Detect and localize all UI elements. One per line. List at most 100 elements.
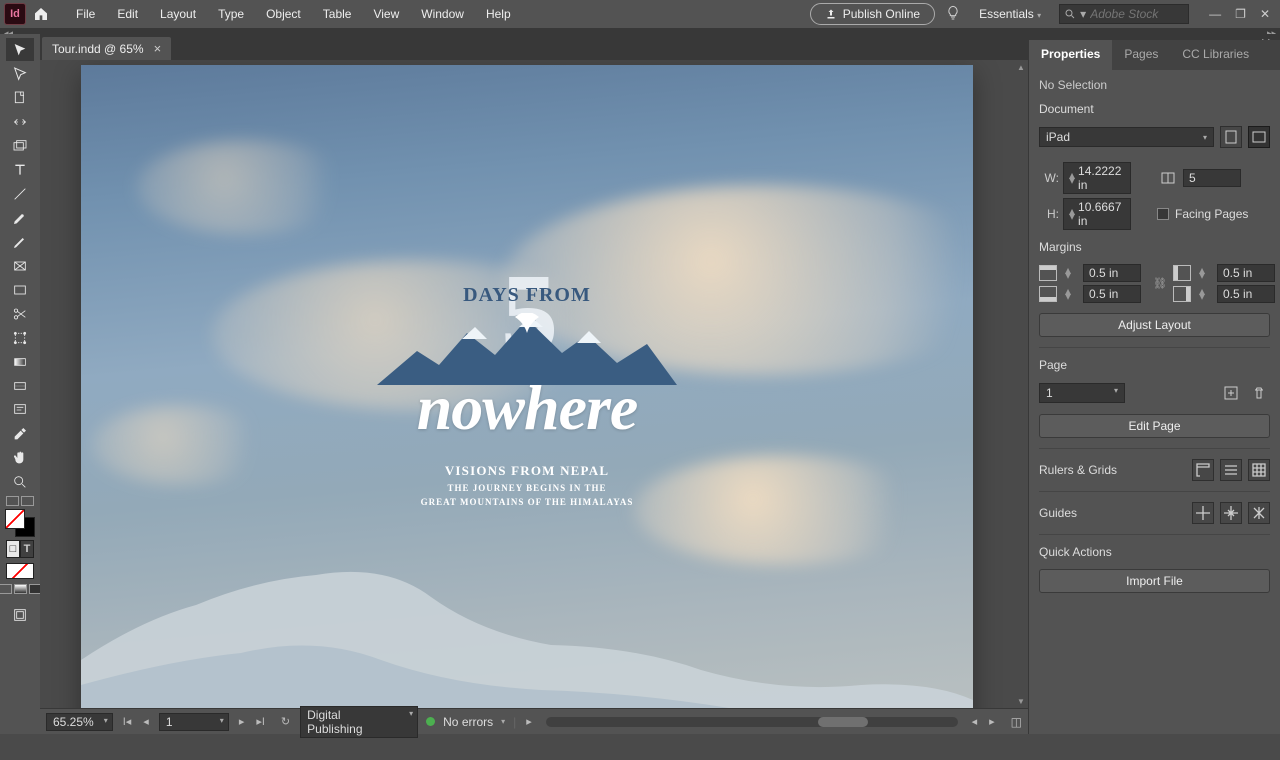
page-select-dropdown[interactable]: 1▾ bbox=[1039, 383, 1125, 403]
snap-guides-icon[interactable] bbox=[1220, 502, 1242, 524]
first-spread-icon[interactable]: I◂ bbox=[121, 715, 134, 728]
maximize-icon[interactable]: ❐ bbox=[1235, 7, 1246, 21]
rectangle-tool[interactable] bbox=[6, 278, 34, 301]
margin-right-spinner[interactable]: ▴▾ bbox=[1199, 289, 1210, 299]
vertical-scrollbar[interactable]: ▲ ▼ bbox=[1014, 60, 1028, 708]
home-icon[interactable] bbox=[30, 3, 52, 25]
adjust-layout-button[interactable]: Adjust Layout bbox=[1039, 313, 1270, 337]
default-colors-icon[interactable] bbox=[21, 496, 34, 506]
pencil-tool[interactable] bbox=[6, 230, 34, 253]
pen-tool[interactable] bbox=[6, 206, 34, 229]
note-tool[interactable] bbox=[6, 398, 34, 421]
show-guides-icon[interactable] bbox=[1192, 502, 1214, 524]
stock-search-input[interactable] bbox=[1090, 7, 1182, 21]
canvas[interactable]: 5 DAYS FROM nowhere VISIONS FROM NEPAL T… bbox=[40, 60, 1014, 708]
fill-swatch[interactable] bbox=[5, 509, 25, 529]
next-spread-icon[interactable]: ▸ bbox=[237, 715, 247, 728]
workspace-switcher[interactable]: Essentials ▾ bbox=[971, 5, 1049, 23]
close-tab-icon[interactable]: × bbox=[154, 41, 162, 56]
menu-table[interactable]: Table bbox=[313, 3, 362, 25]
height-input[interactable]: ▴▾10.6667 in bbox=[1063, 198, 1131, 230]
baseline-grid-icon[interactable] bbox=[1220, 459, 1242, 481]
split-view-icon[interactable]: ◫ bbox=[1011, 715, 1022, 729]
apply-color-icon[interactable] bbox=[0, 584, 12, 594]
status-flyout-icon[interactable]: ▸ bbox=[524, 715, 534, 728]
learn-icon[interactable] bbox=[945, 5, 961, 24]
direct-selection-tool[interactable] bbox=[6, 62, 34, 85]
gradient-feather-tool[interactable] bbox=[6, 374, 34, 397]
margin-left-input[interactable]: 0.5 in bbox=[1217, 264, 1275, 282]
margin-left-spinner[interactable]: ▴▾ bbox=[1199, 268, 1210, 278]
close-icon[interactable]: ✕ bbox=[1260, 7, 1270, 21]
gradient-swatch-tool[interactable] bbox=[6, 350, 34, 373]
margin-right-input[interactable]: 0.5 in bbox=[1217, 285, 1275, 303]
horizontal-scrollbar[interactable] bbox=[546, 717, 958, 727]
document-tab[interactable]: Tour.indd @ 65% × bbox=[42, 37, 171, 60]
publish-online-button[interactable]: Publish Online bbox=[810, 3, 935, 25]
margin-top-input[interactable]: 0.5 in bbox=[1083, 264, 1141, 282]
hand-tool[interactable] bbox=[6, 446, 34, 469]
menu-layout[interactable]: Layout bbox=[150, 3, 206, 25]
fill-stroke-swatches[interactable] bbox=[5, 509, 35, 537]
delete-page-icon[interactable] bbox=[1248, 382, 1270, 404]
page-number-field[interactable]: 1 bbox=[159, 713, 229, 731]
zoom-level-field[interactable]: 65.25% bbox=[46, 713, 113, 731]
document-page[interactable]: 5 DAYS FROM nowhere VISIONS FROM NEPAL T… bbox=[81, 65, 973, 708]
stock-search[interactable]: ▾ bbox=[1059, 4, 1189, 24]
formatting-container-icon[interactable]: □ bbox=[6, 540, 20, 558]
rulers-toggle-icon[interactable] bbox=[1192, 459, 1214, 481]
edit-page-button[interactable]: Edit Page bbox=[1039, 414, 1270, 438]
orientation-portrait-icon[interactable] bbox=[1220, 126, 1242, 148]
margin-bottom-spinner[interactable]: ▴▾ bbox=[1065, 289, 1076, 299]
selection-tool[interactable] bbox=[6, 38, 34, 61]
scroll-down-icon[interactable]: ▼ bbox=[1014, 694, 1028, 708]
menu-type[interactable]: Type bbox=[208, 3, 254, 25]
preflight-status-label[interactable]: No errors bbox=[443, 715, 493, 729]
menu-object[interactable]: Object bbox=[256, 3, 311, 25]
menu-view[interactable]: View bbox=[363, 3, 409, 25]
menu-file[interactable]: File bbox=[66, 3, 105, 25]
line-tool[interactable] bbox=[6, 182, 34, 205]
scissors-tool[interactable] bbox=[6, 302, 34, 325]
document-grid-icon[interactable] bbox=[1248, 459, 1270, 481]
tab-cc-libraries[interactable]: CC Libraries bbox=[1170, 40, 1261, 70]
pages-count-input[interactable]: 5 bbox=[1183, 169, 1241, 187]
scroll-right-icon[interactable]: ▸ bbox=[987, 715, 997, 728]
menu-edit[interactable]: Edit bbox=[107, 3, 148, 25]
scroll-left-icon[interactable]: ◂ bbox=[970, 715, 980, 728]
eyedropper-tool[interactable] bbox=[6, 422, 34, 445]
content-collector-tool[interactable] bbox=[6, 134, 34, 157]
apply-gradient-icon[interactable] bbox=[14, 584, 27, 594]
prev-spread-icon[interactable]: ◂ bbox=[141, 715, 151, 728]
view-mode-tool[interactable] bbox=[6, 603, 34, 626]
minimize-icon[interactable]: — bbox=[1209, 7, 1221, 21]
scroll-up-icon[interactable]: ▲ bbox=[1014, 60, 1028, 74]
apply-none-icon[interactable] bbox=[6, 563, 34, 579]
intent-field[interactable]: Digital Publishing bbox=[300, 706, 418, 738]
free-transform-tool[interactable] bbox=[6, 326, 34, 349]
last-spread-icon[interactable]: ▸I bbox=[254, 715, 267, 728]
zoom-tool[interactable] bbox=[6, 470, 34, 493]
margin-top-spinner[interactable]: ▴▾ bbox=[1065, 268, 1076, 278]
orientation-landscape-icon[interactable] bbox=[1248, 126, 1270, 148]
swap-colors-icon[interactable] bbox=[6, 496, 19, 506]
page-preset-dropdown[interactable]: iPad▾ bbox=[1039, 127, 1214, 147]
new-page-icon[interactable] bbox=[1220, 382, 1242, 404]
smart-guides-icon[interactable] bbox=[1248, 502, 1270, 524]
preflight-menu-icon[interactable]: ▾ bbox=[501, 717, 505, 726]
menu-window[interactable]: Window bbox=[411, 3, 474, 25]
menu-help[interactable]: Help bbox=[476, 3, 521, 25]
width-input[interactable]: ▴▾14.2222 in bbox=[1063, 162, 1131, 194]
link-margins-icon[interactable]: ⛓ bbox=[1153, 277, 1167, 290]
page-tool[interactable] bbox=[6, 86, 34, 109]
formatting-text-icon[interactable]: T bbox=[20, 540, 34, 558]
type-tool[interactable] bbox=[6, 158, 34, 181]
open-navigator-icon[interactable]: ↻ bbox=[279, 715, 292, 728]
tab-properties[interactable]: Properties bbox=[1029, 40, 1112, 70]
margin-bottom-input[interactable]: 0.5 in bbox=[1083, 285, 1141, 303]
facing-pages-checkbox[interactable] bbox=[1157, 208, 1169, 220]
import-file-button[interactable]: Import File bbox=[1039, 569, 1270, 593]
rectangle-frame-tool[interactable] bbox=[6, 254, 34, 277]
tab-pages[interactable]: Pages bbox=[1112, 40, 1170, 70]
gap-tool[interactable] bbox=[6, 110, 34, 133]
